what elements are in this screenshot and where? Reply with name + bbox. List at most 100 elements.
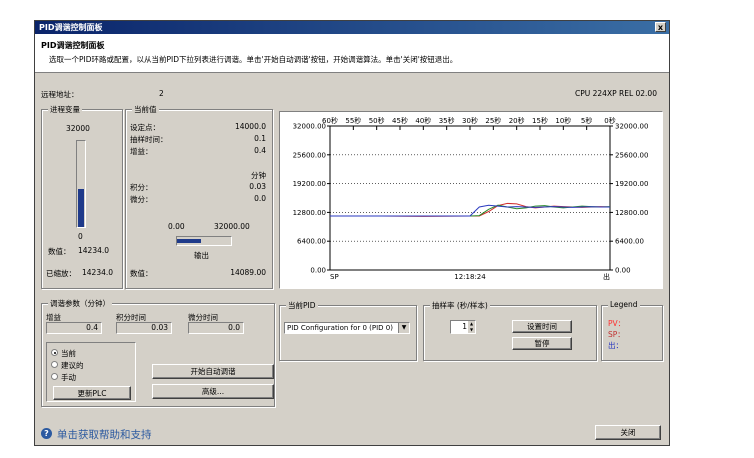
x-tick-label: 5秒 (581, 116, 592, 125)
close-window-icon[interactable]: x (655, 22, 666, 32)
current-pid-select[interactable]: PID Configuration for 0 (PID 0) ▼ (284, 322, 410, 334)
advanced-button[interactable]: 高级... (152, 384, 274, 399)
output-label: 输出 (194, 251, 209, 260)
y-tick-label-right: 19200.00 (615, 180, 648, 188)
help-icon[interactable]: ? (41, 428, 52, 439)
close-button[interactable]: 关闭 (595, 425, 661, 440)
y-tick-label-right: 12800.00 (615, 209, 648, 217)
x-tick-label: 50秒 (369, 116, 385, 125)
y-tick-label: 6400.00 (297, 238, 326, 246)
x-tick-label: 55秒 (345, 116, 361, 125)
y-tick-label: 12800.00 (293, 209, 326, 217)
pv-value-label: 数值： (48, 247, 71, 256)
x-tick-label: 0秒 (604, 116, 615, 125)
x-tick-label: 40秒 (415, 116, 431, 125)
sample-time-value: 0.1 (254, 134, 266, 143)
x-tick-label: 45秒 (392, 116, 408, 125)
y-tick-label-right: 0.00 (615, 267, 631, 275)
window-title: PID调谐控制面板 (39, 23, 103, 32)
gain-value: 0.4 (254, 146, 266, 155)
chevron-down-icon[interactable]: ▼ (398, 323, 409, 333)
radio-box: 当前 建议的 手动 更新PLC (46, 342, 136, 402)
x-tick-label: 35秒 (439, 116, 455, 125)
y-tick-label: 25600.00 (293, 151, 326, 159)
radio-current[interactable] (51, 349, 58, 356)
help-link[interactable]: 单击获取帮助和支持 (57, 427, 152, 442)
remote-address-label: 远程地址： (41, 90, 79, 99)
output-bar-fill (177, 239, 201, 243)
output-bar (176, 236, 232, 246)
header-panel: PID调谐控制面板 选取一个PID环路或配置，以从当前PID下拉列表进行调谐。单… (35, 34, 669, 73)
process-variable-group: 进程变量 32000 0 数值： 14234.0 已缩放： 14234.0 (41, 104, 123, 289)
y-tick-label: 0.00 (310, 267, 326, 275)
pv-max-label: 32000 (66, 124, 90, 133)
legend-group: Legend PV： SP： 出： (601, 300, 663, 361)
title-bar: PID调谐控制面板 x (35, 21, 669, 34)
derivative-label: 微分： (130, 195, 153, 204)
y-tick-label-right: 32000.00 (615, 123, 648, 131)
pv-scaled-value: 14234.0 (82, 268, 114, 277)
pv-value: 14234.0 (78, 246, 110, 255)
sample-rate-value: 1 (462, 322, 467, 331)
current-values-title: 当前值 (132, 104, 159, 115)
derivative-value: 0.0 (254, 194, 266, 203)
current-pid-selected: PID Configuration for 0 (PID 0) (287, 324, 393, 332)
sample-rate-title: 抽样率 (秒/样本) (430, 300, 490, 311)
minutes-label: 分钟 (251, 171, 266, 180)
x-tick-label: 15秒 (532, 116, 548, 125)
radio-manual-label: 手动 (61, 373, 76, 382)
integral-label: 积分： (130, 183, 153, 192)
series-line-2 (330, 204, 610, 217)
process-variable-title: 进程变量 (48, 104, 82, 115)
update-plc-button[interactable]: 更新PLC (53, 386, 131, 400)
remote-address-value: 2 (159, 89, 164, 98)
pv-bar-fill (78, 188, 84, 227)
output-max-label: 32000.00 (214, 222, 250, 231)
spinner-arrows-icon[interactable]: ▲ ▼ (468, 321, 475, 333)
radio-manual[interactable] (51, 373, 58, 380)
start-autotune-button[interactable]: 开始自动调谐 (152, 364, 274, 379)
gain-label: 增益： (130, 147, 153, 156)
current-pid-group: 当前PID PID Configuration for 0 (PID 0) ▼ (279, 300, 417, 361)
tuning-params-title: 调谐参数（分钟） (48, 298, 112, 309)
legend-pv: PV： (608, 319, 626, 328)
setpoint-value: 14000.0 (234, 122, 266, 131)
legend-sp: SP： (608, 330, 625, 339)
tuning-integral-field[interactable]: 0.03 (116, 322, 172, 334)
chart-label-sp: SP (330, 273, 339, 281)
header-title: PID调谐控制面板 (41, 41, 105, 50)
current-values-group: 当前值 设定点： 14000.0 抽样时间： 0.1 增益： 0.4 分钟 积分… (125, 104, 273, 289)
trend-chart-frame: 32000.00 32000.00 25600.00 25600.00 19200.00… (279, 111, 663, 289)
tuning-gain-field[interactable]: 0.4 (46, 322, 102, 334)
plot-border (329, 125, 611, 271)
output-value: 14089.00 (230, 268, 266, 277)
radio-suggested[interactable] (51, 361, 58, 368)
integral-value: 0.03 (249, 182, 266, 191)
x-tick-label: 60秒 (322, 116, 338, 125)
y-tick-label-right: 6400.00 (615, 238, 644, 246)
chart-label-out: 出 (603, 272, 610, 281)
set-time-button[interactable]: 设置时间 (512, 320, 572, 333)
sample-rate-spinner[interactable]: 1 ▲ ▼ (450, 320, 476, 334)
tuning-derivative-field[interactable]: 0.0 (188, 322, 244, 334)
chart-time-label: 12:18:24 (454, 273, 486, 281)
x-tick-label: 25秒 (485, 116, 501, 125)
legend-title: Legend (608, 300, 640, 309)
y-tick-label-right: 25600.00 (615, 151, 648, 159)
pv-bar (76, 140, 86, 228)
sample-time-label: 抽样时间： (130, 135, 168, 144)
cpu-version: CPU 224XP REL 02.00 (575, 89, 657, 98)
pause-button[interactable]: 暂停 (512, 337, 572, 350)
sample-rate-group: 抽样率 (秒/样本) 1 ▲ ▼ 设置时间 暂停 (423, 300, 597, 361)
output-min-label: 0.00 (168, 222, 185, 231)
y-tick-label: 32000.00 (293, 123, 326, 131)
trend-chart: 32000.00 32000.00 25600.00 25600.00 19200.00… (293, 116, 649, 281)
output-value-label: 数值： (130, 269, 153, 278)
legend-out: 出： (608, 341, 623, 350)
series-line-0 (330, 202, 611, 217)
x-tick-label: 30秒 (462, 116, 478, 125)
x-tick-label: 20秒 (509, 116, 525, 125)
pid-tuning-window: PID调谐控制面板 x PID调谐控制面板 选取一个PID环路或配置，以从当前P… (34, 20, 670, 446)
pv-scaled-label: 已缩放： (46, 269, 76, 278)
y-tick-label: 19200.00 (293, 180, 326, 188)
